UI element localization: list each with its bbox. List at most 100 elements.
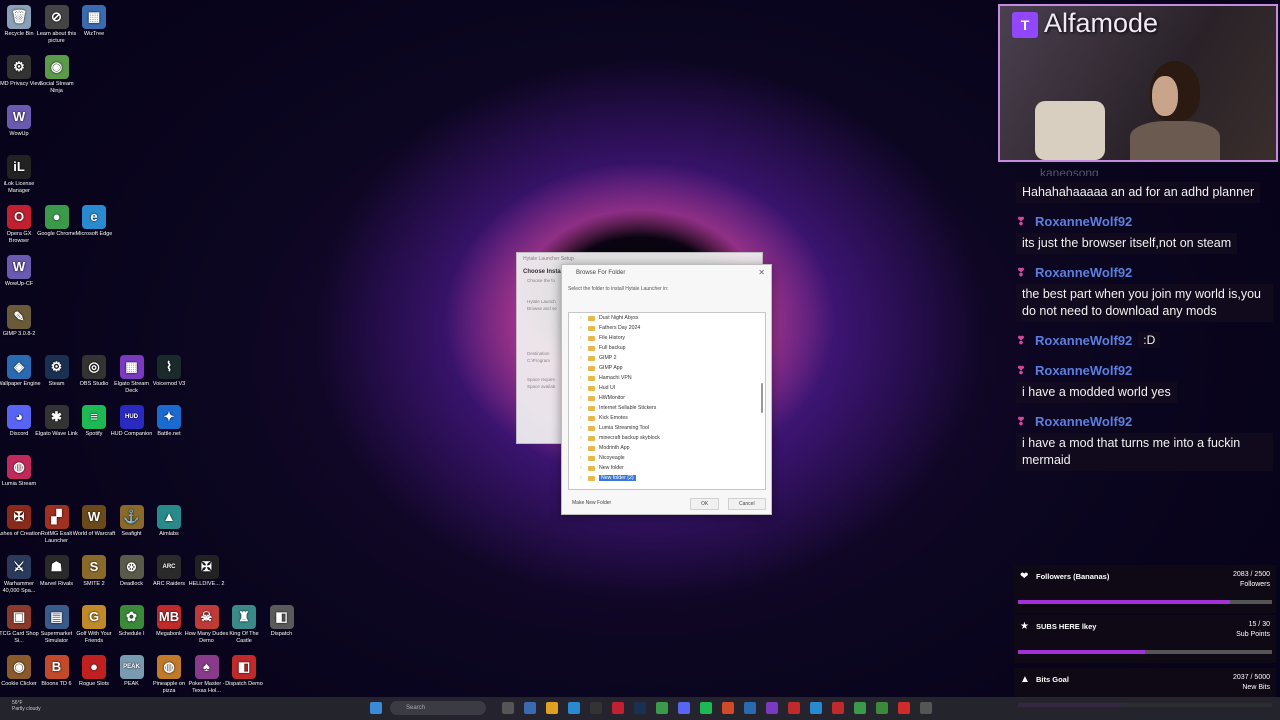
folder-tree-item[interactable]: › Kick Emotes: [569, 413, 765, 423]
chevron-right-icon[interactable]: ›: [580, 365, 588, 371]
folder-tree-item[interactable]: › minecraft backup skyblock: [569, 433, 765, 443]
chevron-right-icon[interactable]: ›: [580, 475, 588, 481]
taskbar-app-icon[interactable]: [854, 702, 866, 714]
chat-inline-message: :D: [1138, 332, 1161, 348]
desktop-icon[interactable]: ✦ Battle.net: [146, 405, 192, 438]
chat-username: RoxanneWolf92: [1035, 332, 1133, 348]
webcam-streamer-body: [1130, 121, 1220, 160]
chevron-right-icon[interactable]: ›: [580, 375, 588, 381]
chevron-right-icon[interactable]: ›: [580, 345, 588, 351]
folder-tree[interactable]: › Dust Night Abyss › Fathers Day 2024 › File …: [568, 312, 766, 490]
chevron-right-icon[interactable]: ›: [580, 465, 588, 471]
chevron-right-icon[interactable]: ›: [580, 385, 588, 391]
desktop-icon-label: Voicemod V3: [152, 381, 186, 387]
desktop-icon[interactable]: W WowUp-CF: [0, 255, 42, 288]
ilok-icon: iL: [7, 155, 31, 179]
taskbar-app-icon[interactable]: [546, 702, 558, 714]
chevron-right-icon[interactable]: ›: [580, 315, 588, 321]
taskbar-app-icon[interactable]: [744, 702, 756, 714]
cancel-button[interactable]: Cancel: [728, 498, 766, 510]
desktop-icon[interactable]: ✎ GIMP 3.0.8-2: [0, 305, 42, 338]
folder-tree-item[interactable]: › New folder: [569, 463, 765, 473]
chevron-right-icon[interactable]: ›: [580, 445, 588, 451]
taskbar-app-icon[interactable]: [634, 702, 646, 714]
taskbar-app-icon[interactable]: [832, 702, 844, 714]
folder-tree-item[interactable]: › GIMP App: [569, 363, 765, 373]
taskbar-app-icon[interactable]: [656, 702, 668, 714]
desktop-icon[interactable]: e Microsoft Edge: [71, 205, 117, 238]
folder-tree-item[interactable]: › Dust Night Abyss: [569, 313, 765, 323]
chevron-right-icon[interactable]: ›: [580, 335, 588, 341]
weather-widget[interactable]: 56°F Partly cloudy: [12, 700, 41, 712]
goal-progress-fill: [1018, 600, 1230, 604]
desktop-icon[interactable]: ▲ Aimlabs: [146, 505, 192, 538]
taskbar-app-icon[interactable]: [810, 702, 822, 714]
chevron-right-icon[interactable]: ›: [580, 455, 588, 461]
folder-icon: [588, 335, 595, 341]
taskbar-app-icon[interactable]: [590, 702, 602, 714]
desktop-icon[interactable]: ⌇ Voicemod V3: [146, 355, 192, 388]
taskbar-app-icon[interactable]: [788, 702, 800, 714]
weather-desc: Partly cloudy: [12, 706, 41, 712]
folder-tree-item[interactable]: › GIMP 2: [569, 353, 765, 363]
folder-tree-item[interactable]: › Nicoyeagle: [569, 453, 765, 463]
desktop-icon[interactable]: ◍ Lumia Stream: [0, 455, 42, 488]
desktop-icon-label: HELLDIVE... 2: [188, 581, 225, 587]
dispatch-demo-icon: ◧: [232, 655, 256, 679]
taskbar-app-icon[interactable]: [612, 702, 624, 714]
make-new-folder-button[interactable]: Make New Folder: [568, 498, 615, 508]
folder-icon: [588, 365, 595, 371]
folder-tree-item[interactable]: › Hud UI: [569, 383, 765, 393]
folder-tree-item[interactable]: › Modrinth App: [569, 443, 765, 453]
desktop-icon[interactable]: ◉ Social Stream Ninja: [34, 55, 80, 94]
chevron-right-icon[interactable]: ›: [580, 405, 588, 411]
taskbar-app-icon[interactable]: [700, 702, 712, 714]
channel-name: Alfamode: [1044, 8, 1159, 38]
folder-tree-item[interactable]: › Fathers Day 2024: [569, 323, 765, 333]
desktop-icon-label: iLok License Manager: [3, 181, 35, 194]
folder-label: Hamachi VPN: [599, 375, 632, 381]
folder-tree-item[interactable]: › HWMonitor: [569, 393, 765, 403]
folder-tree-item[interactable]: › Hamachi VPN: [569, 373, 765, 383]
tree-scrollbar[interactable]: [761, 383, 763, 413]
goal-count: 2037 / 5000 New Bits: [1233, 673, 1270, 693]
desktop-icon[interactable]: iL iLok License Manager: [0, 155, 42, 194]
taskbar-search[interactable]: Search: [390, 701, 486, 715]
folder-tree-item[interactable]: › Full backup: [569, 343, 765, 353]
taskbar-app-icon[interactable]: [920, 702, 932, 714]
chevron-right-icon[interactable]: ›: [580, 395, 588, 401]
desktop-icon[interactable]: W WowUp: [0, 105, 42, 138]
taskbar-app-icon[interactable]: [766, 702, 778, 714]
desktop-icon[interactable]: ◧ Dispatch: [259, 605, 305, 638]
desktop-icon[interactable]: ◧ Dispatch Demo: [221, 655, 267, 688]
taskbar-app-icon[interactable]: [568, 702, 580, 714]
taskbar-app-icon[interactable]: [722, 702, 734, 714]
taskbar-app-icon[interactable]: [678, 702, 690, 714]
desktop-icon[interactable]: ✠ HELLDIVE... 2: [184, 555, 230, 588]
warhammer-icon: ⚔: [7, 555, 31, 579]
bloons-icon: B: [44, 655, 69, 679]
folder-tree-item[interactable]: › Internet Sellable Stickers: [569, 403, 765, 413]
chevron-right-icon[interactable]: ›: [580, 325, 588, 331]
folder-label: Modrinth App: [599, 445, 630, 451]
rotmg-icon: ▞: [44, 505, 69, 529]
close-icon[interactable]: ✕: [758, 268, 765, 277]
desktop-icon-label: WowUp-CF: [4, 281, 34, 287]
taskbar-app-icon[interactable]: [524, 702, 536, 714]
taskbar-app-icon[interactable]: [502, 702, 514, 714]
folder-label: Dust Night Abyss: [599, 315, 639, 321]
chevron-right-icon[interactable]: ›: [580, 425, 588, 431]
chevron-right-icon[interactable]: ›: [580, 355, 588, 361]
browse-dialog-title: Browse For Folder: [576, 270, 626, 276]
chevron-right-icon[interactable]: ›: [580, 415, 588, 421]
folder-tree-item[interactable]: › New folder (2): [569, 473, 765, 483]
chevron-right-icon[interactable]: ›: [580, 435, 588, 441]
start-icon[interactable]: [370, 702, 382, 714]
folder-tree-item[interactable]: › Lumia Streaming Tool: [569, 423, 765, 433]
ok-button[interactable]: OK: [690, 498, 720, 510]
taskbar-app-icon[interactable]: [876, 702, 888, 714]
chat-username: RoxanneWolf92: [1035, 264, 1133, 280]
desktop-icon[interactable]: ▦ WizTree: [71, 5, 117, 38]
folder-tree-item[interactable]: › File History: [569, 333, 765, 343]
taskbar-app-icon[interactable]: [898, 702, 910, 714]
